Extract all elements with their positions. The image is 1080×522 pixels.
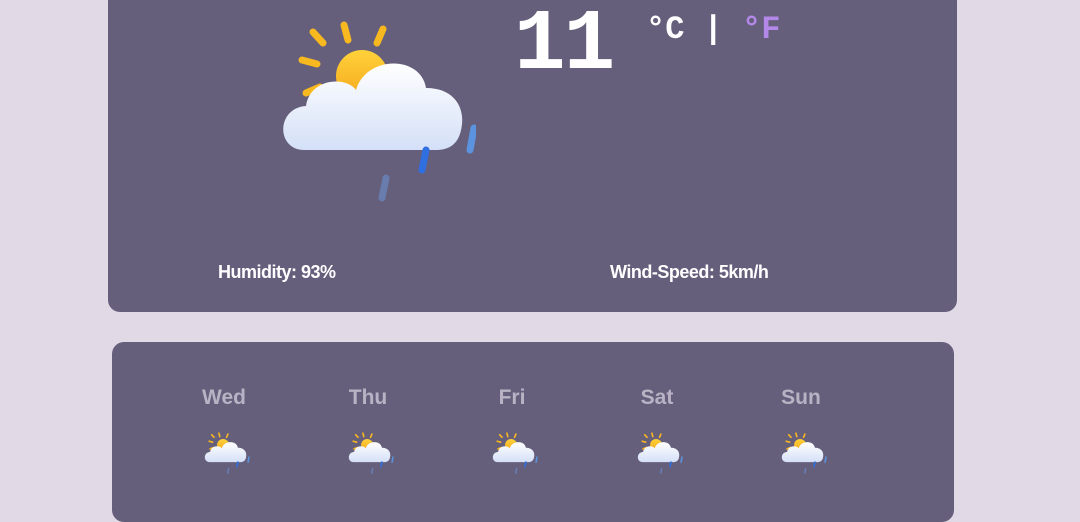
forecast-day-label: Fri [498,386,526,409]
forecast-day-label: Sat [640,386,674,409]
humidity-readout: Humidity: 93% [218,262,336,282]
forecast-day-label: Thu [348,386,388,409]
sun-cloud-rain-icon [194,432,254,476]
forecast-day: Fri [462,386,562,476]
sun-cloud-rain-icon [256,20,476,210]
sun-cloud-rain-icon [627,432,687,476]
sun-cloud-rain-icon [482,432,542,476]
unit-toggle: °C | °F [646,14,780,46]
temperature-value: 11 [514,0,615,94]
forecast-day: Sun [751,386,851,476]
sun-cloud-rain-icon [771,432,831,476]
sun-cloud-rain-icon [338,432,398,476]
wind-speed-readout: Wind-Speed: 5km/h [610,262,769,282]
forecast-day-label: Wed [202,386,246,409]
forecast-day: Wed [174,386,274,476]
current-weather-card: 11 °C | °F Humidity: 93% Wind-Speed: 5km… [108,0,957,312]
forecast-day-label: Sun [781,386,821,409]
forecast-card: Wed Thu Fri Sat Sun [112,342,954,522]
unit-separator: | [684,11,743,48]
forecast-day: Thu [318,386,418,476]
fahrenheit-toggle[interactable]: °F [742,11,780,48]
forecast-day: Sat [607,386,707,476]
celsius-toggle[interactable]: °C [646,11,684,48]
